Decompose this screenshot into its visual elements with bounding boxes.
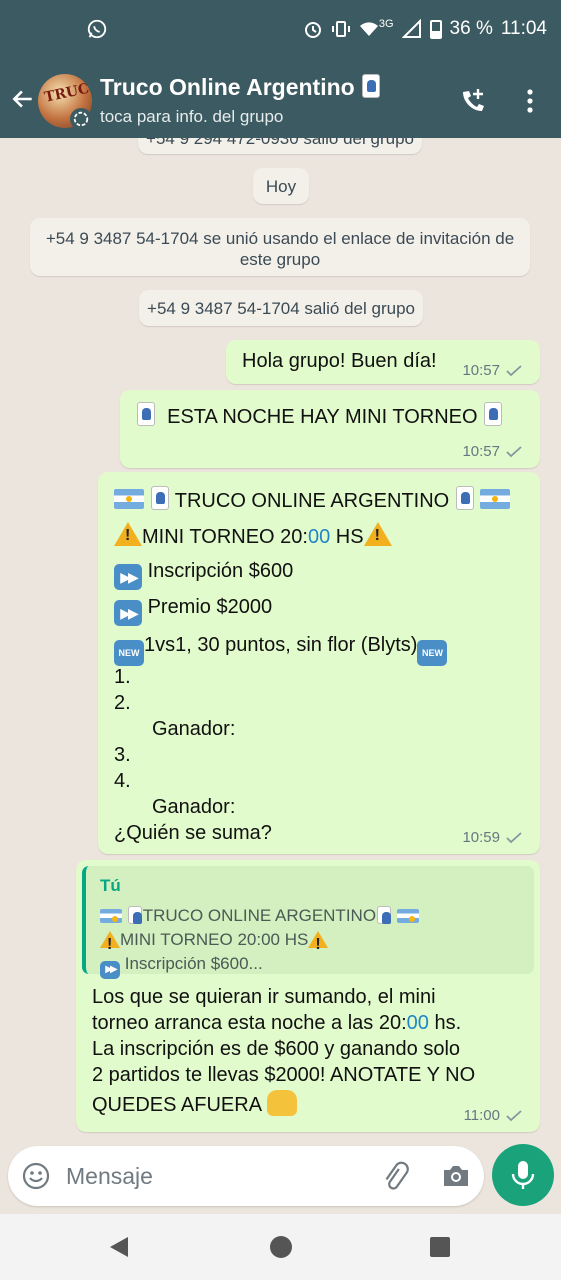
sent-check-icon (506, 445, 522, 457)
attach-icon[interactable] (378, 1160, 410, 1192)
nav-back-icon[interactable] (108, 1236, 130, 1258)
system-message: +54 9 294 472-0930 salió del grupo (138, 138, 422, 154)
message-composer (8, 1146, 484, 1206)
message-time: 10:59 (462, 829, 500, 846)
quote-author: Tú (100, 876, 121, 895)
sent-check-icon (506, 364, 522, 376)
card-emoji-icon (455, 486, 474, 510)
card-emoji-icon (484, 402, 503, 426)
card-emoji-icon (127, 906, 142, 924)
avatar-logo-text: TRUCO (42, 78, 92, 106)
time-link[interactable]: 00 (407, 1012, 429, 1034)
emoji-icon[interactable] (22, 1162, 50, 1190)
back-arrow-icon[interactable] (10, 86, 36, 112)
wifi-icon (359, 22, 378, 36)
message-time: 11:00 (463, 1107, 500, 1124)
raising-hands-icon (266, 1090, 297, 1116)
outgoing-message[interactable]: ESTA NOCHE HAY MINI TORNEO 10:57 (120, 390, 540, 468)
outgoing-message[interactable]: Tú TRUCO ONLINE ARGENTINO MINI TORNEO 20… (76, 860, 540, 1132)
quoted-message[interactable]: Tú TRUCO ONLINE ARGENTINO MINI TORNEO 20… (82, 866, 534, 979)
new-badge-icon: NEW (417, 640, 448, 666)
card-emoji-icon (362, 74, 381, 98)
argentina-flag-icon (480, 489, 511, 509)
fast-forward-icon: ▶▶ (100, 961, 120, 979)
alarm-icon (304, 22, 321, 38)
argentina-flag-icon (396, 909, 419, 923)
message-list[interactable]: +54 9 294 472-0930 salió del grupo Hoy +… (0, 138, 561, 1144)
sent-check-icon (506, 831, 522, 843)
clock: 11:04 (500, 18, 547, 39)
system-message: +54 9 3487 54-1704 salió del grupo (139, 290, 423, 326)
whatsapp-icon (87, 19, 107, 39)
camera-icon[interactable] (440, 1160, 472, 1192)
fast-forward-icon: ▶▶ (114, 564, 142, 590)
message-time: 10:57 (462, 362, 500, 379)
group-title[interactable]: Truco Online Argentino (100, 74, 381, 101)
message-time: 10:57 (462, 443, 500, 460)
date-chip: Hoy (253, 168, 309, 204)
message-input[interactable] (66, 1160, 366, 1192)
network-type: 3G (378, 18, 394, 30)
card-emoji-icon (150, 486, 169, 510)
system-navigation-bar (0, 1214, 561, 1280)
microphone-icon (511, 1161, 535, 1189)
warning-icon (100, 931, 120, 954)
signal-icon (401, 19, 421, 38)
argentina-flag-icon (114, 489, 144, 509)
group-info-hint[interactable]: toca para info. del grupo (100, 107, 283, 127)
warning-icon (363, 522, 392, 546)
argentina-flag-icon (100, 909, 122, 923)
battery-level: 36 % (449, 18, 493, 39)
chat-header[interactable]: TRUCO Truco Online Argentino toca para i… (0, 62, 561, 138)
system-message: +54 9 3487 54-1704 se unió usando el enl… (30, 218, 530, 276)
time-link[interactable]: 00 (308, 526, 330, 548)
nav-recents-icon[interactable] (430, 1237, 450, 1257)
fast-forward-icon: ▶▶ (114, 600, 142, 626)
warning-icon (114, 522, 142, 546)
outgoing-message[interactable]: TRUCO ONLINE ARGENTINO MINI TORNEO 20:00… (98, 472, 540, 854)
card-emoji-icon (377, 906, 392, 924)
card-emoji-icon (137, 402, 155, 426)
battery-icon (429, 20, 442, 39)
sent-check-icon (506, 1109, 522, 1121)
vibrate-icon (331, 21, 350, 37)
nav-home-icon[interactable] (270, 1236, 292, 1258)
voice-message-button[interactable] (492, 1144, 554, 1206)
outgoing-message[interactable]: Hola grupo! Buen día! 10:57 (226, 340, 540, 384)
community-badge-icon (70, 108, 92, 130)
overflow-menu-icon[interactable] (520, 86, 540, 116)
add-call-icon[interactable] (458, 86, 488, 116)
new-badge-icon: NEW (114, 640, 144, 666)
warning-icon (308, 931, 329, 954)
status-bar: 3G 36 % 11:04 (0, 0, 561, 62)
